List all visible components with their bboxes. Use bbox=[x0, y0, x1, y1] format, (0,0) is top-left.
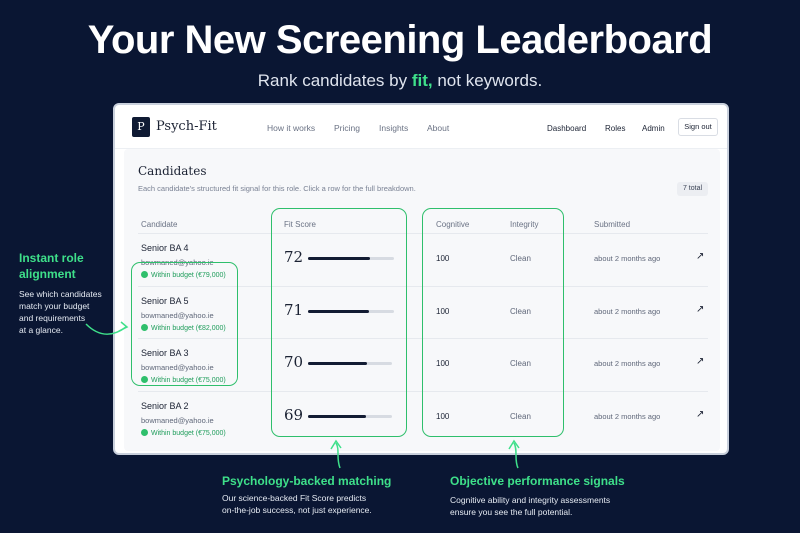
psychology-title: Psychology-backed matching bbox=[222, 474, 392, 488]
callout-arrows bbox=[85, 321, 520, 469]
role-alignment-title-1: Instant role bbox=[19, 251, 84, 265]
psychology-text-1: Our science-backed Fit Score predicts bbox=[222, 493, 367, 503]
performance-text-2: ensure you see the full potential. bbox=[450, 507, 573, 517]
role-alignment-text-3: and requirements bbox=[19, 313, 86, 323]
psychology-text-2: on-the-job success, not just experience. bbox=[222, 505, 372, 515]
role-alignment-arrow-head bbox=[118, 321, 129, 332]
performance-text-1: Cognitive ability and integrity assessme… bbox=[450, 495, 611, 505]
role-alignment-arrow bbox=[85, 323, 127, 335]
role-alignment-text-2: match your budget bbox=[19, 301, 90, 311]
role-alignment-title-2: alignment bbox=[19, 267, 76, 281]
role-alignment-text-1: See which candidates bbox=[19, 289, 102, 299]
role-alignment-text-4: at a glance. bbox=[19, 325, 63, 335]
performance-title: Objective performance signals bbox=[450, 474, 625, 488]
psychology-arrow-head bbox=[330, 439, 342, 450]
performance-arrow-head bbox=[508, 439, 520, 450]
